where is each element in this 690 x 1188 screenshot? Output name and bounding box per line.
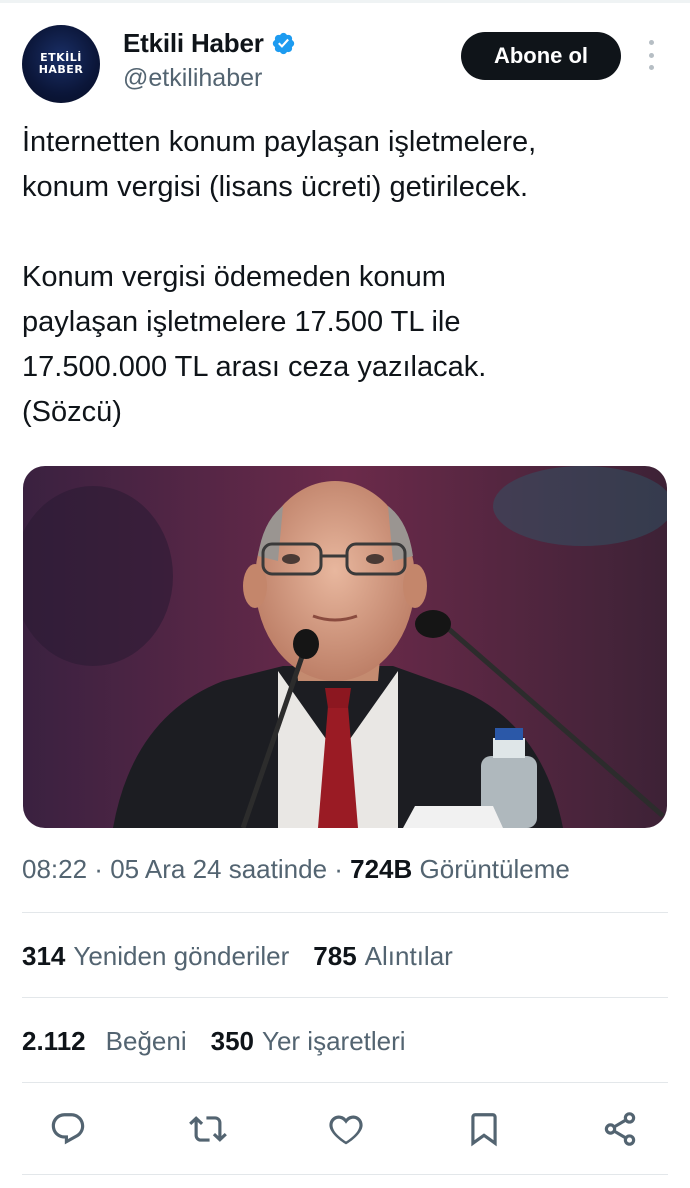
tweet-line: 17.500.000 TL arası ceza yazılacak.: [22, 351, 487, 383]
avatar-logo-line-2: HABER: [38, 63, 84, 76]
bottom-divider: [22, 1174, 668, 1175]
verified-badge-icon: [272, 32, 294, 55]
bookmarks-label: Yer işaretleri: [262, 1026, 406, 1056]
bookmarks-stat[interactable]: 350 Yer işaretleri: [211, 1026, 406, 1057]
reposts-label: Yeniden gönderiler: [73, 941, 290, 971]
display-name[interactable]: Etkili Haber: [123, 28, 264, 59]
meta-separator: ·: [87, 854, 111, 884]
follow-button[interactable]: Abone ol: [461, 32, 621, 80]
tweet-time[interactable]: 08:22: [22, 854, 87, 884]
tweet-paragraph-1: İnternetten konum paylaşan işletmelere, …: [22, 120, 672, 210]
tweet-header: ETKİLİ HABER Etkili Haber @etkilihaber A…: [22, 24, 668, 104]
like-button[interactable]: [320, 1103, 372, 1155]
tweet-meta: 08:22 · 05 Ara 24 saatinde · 724B Görünt…: [22, 854, 570, 885]
meta-separator: ·: [327, 854, 351, 884]
engagement-row-2: 2.112 Beğeni 350 Yer işaretleri: [22, 1026, 430, 1057]
top-divider: [0, 0, 690, 3]
likes-label: Beğeni: [105, 1026, 187, 1056]
views-label: Görüntüleme: [419, 854, 570, 884]
like-icon: [329, 1115, 363, 1145]
user-handle[interactable]: @etkilihaber: [123, 64, 262, 93]
tweet-line: konum vergisi (lisans ücreti) getirilece…: [22, 171, 529, 203]
tweet-text: İnternetten konum paylaşan işletmelere, …: [22, 120, 672, 435]
repost-icon: [189, 1116, 227, 1142]
reposts-count: 314: [22, 941, 66, 971]
divider: [22, 912, 668, 913]
tweet-line: (Sözcü): [22, 396, 122, 428]
more-options-icon[interactable]: [642, 40, 660, 70]
quotes-stat[interactable]: 785 Alıntılar: [313, 941, 453, 972]
quotes-label: Alıntılar: [364, 941, 453, 971]
views-count: 724B: [350, 854, 413, 884]
photo-illustration: [23, 466, 667, 828]
action-bar: [22, 1103, 668, 1155]
tweet-line: paylaşan işletmelere 17.500 TL ile: [22, 306, 461, 338]
bookmark-icon: [471, 1113, 497, 1147]
name-row: Etkili Haber: [123, 28, 296, 59]
bookmarks-count: 350: [210, 1026, 254, 1056]
avatar[interactable]: ETKİLİ HABER: [22, 25, 100, 103]
tweet-date[interactable]: 05 Ara 24 saatinde: [110, 854, 327, 884]
reposts-stat[interactable]: 314 Yeniden gönderiler: [22, 941, 289, 972]
repost-button[interactable]: [182, 1103, 234, 1155]
divider: [22, 1082, 668, 1083]
tweet-line: İnternetten konum paylaşan işletmelere,: [22, 126, 537, 158]
reply-button[interactable]: [42, 1103, 94, 1155]
quotes-count: 785: [313, 941, 357, 971]
tweet-photo[interactable]: [23, 466, 667, 828]
share-icon: [604, 1112, 636, 1146]
likes-count: 2.112: [22, 1026, 86, 1056]
likes-stat[interactable]: 2.112 Beğeni: [22, 1026, 187, 1057]
tweet-line: Konum vergisi ödemeden konum: [22, 261, 446, 293]
share-button[interactable]: [594, 1103, 646, 1155]
reply-icon: [51, 1113, 85, 1145]
tweet-paragraph-2: Konum vergisi ödemeden konum paylaşan iş…: [22, 255, 672, 435]
bookmark-button[interactable]: [458, 1103, 510, 1155]
engagement-row-1: 314 Yeniden gönderiler 785 Alıntılar: [22, 941, 477, 972]
divider: [22, 997, 668, 998]
